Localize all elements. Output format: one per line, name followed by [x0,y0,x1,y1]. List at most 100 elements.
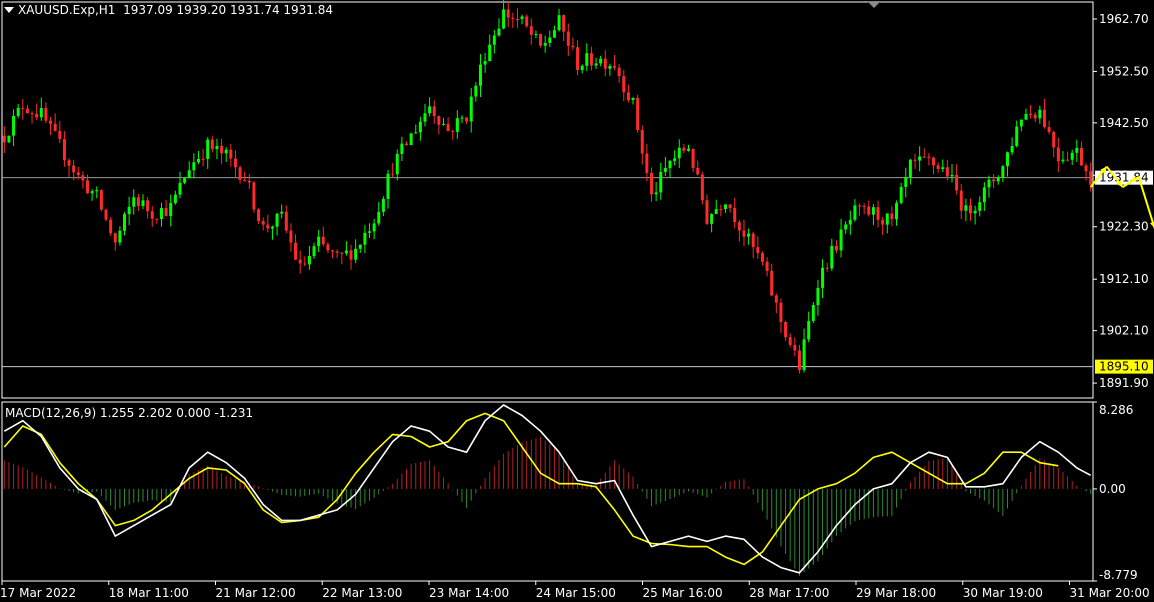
ohlc-values: 1937.09 1939.20 1931.74 1931.84 [123,3,334,17]
candle-bear [2,135,6,143]
candle-bear [146,200,150,212]
candle-bear [155,218,159,220]
candle-bull [224,149,228,154]
macd-main-line [3,404,1092,574]
candle-bull [132,197,136,207]
candle-bull [386,173,390,199]
candle-bull [368,231,372,233]
candle-bull [275,213,279,227]
candle-bear [770,270,774,296]
candle-bull [414,132,418,134]
candle-bull [7,135,11,143]
candle-bull [1038,109,1042,119]
candle-bear [506,9,510,18]
candle-bear [529,26,533,35]
candle-bear [936,165,940,169]
candle-bull [372,223,376,232]
candle-bear [779,302,783,323]
candle-bull [908,159,912,178]
candle-bear [53,123,57,131]
candle-bear [1042,109,1046,128]
time-tick-label: 23 Mar 14:00 [429,586,509,600]
candle-bear [733,208,737,223]
candle-bear [104,209,108,220]
candle-bear [571,45,575,48]
trading-chart[interactable]: 1962.701952.501942.501932.301922.301912.… [0,0,1154,602]
candle-bull [358,244,362,249]
candle-bear [109,219,113,234]
candle-bear [432,106,436,116]
candle-bull [307,256,311,265]
candle-bear [451,131,455,133]
candle-bull [159,208,163,220]
candle-bull [428,106,432,114]
candle-bull [469,96,473,122]
price-tick-label: 1952.50 [1099,64,1149,78]
candle-bull [455,118,459,132]
candle-bull [474,85,478,97]
candle-bull [904,177,908,187]
candle-bull [492,35,496,45]
candle-bear [760,253,764,262]
candle-bull [982,187,986,203]
candle-bull [395,153,399,175]
candle-bear [793,344,797,351]
macd-tick-label: 0.00 [1099,482,1126,496]
candle-bull [686,148,690,151]
candle-bear [640,130,644,154]
candle-bull [1024,113,1028,120]
candle-bear [1079,147,1083,166]
candle-bear [784,322,788,338]
candle-bear [67,160,71,166]
candle-bear [340,252,344,254]
candle-bear [349,250,353,260]
candle-bear [164,208,168,216]
price-panel-frame [1,1,1094,399]
candle-bear [691,148,695,168]
candle-bear [539,34,543,46]
candle-bull [90,191,94,194]
time-tick-label: 30 Mar 19:00 [963,586,1043,600]
time-tick-label: 21 Mar 12:00 [216,586,296,600]
candle-bear [968,205,972,214]
candle-bear [576,47,580,71]
chart-menu-triangle-icon[interactable] [4,7,14,13]
candle-bear [737,222,741,231]
candle-bull [548,37,552,43]
candle-bear [881,219,885,225]
candle-bull [409,133,413,146]
candle-bull [1070,152,1074,160]
candle-bear [252,182,256,210]
candle-bull [95,190,99,192]
candle-bull [663,168,667,172]
candle-bear [99,190,103,210]
macd-label: MACD(12,26,9) 1.255 2.202 0.000 -1.231 [5,406,254,420]
macd-tick-label: -8.779 [1099,568,1138,582]
candle-bull [871,207,875,215]
candle-bear [335,251,339,253]
candle-bull [723,204,727,210]
candle-bull [183,178,187,183]
candle-bull [710,214,714,224]
candle-bear [72,165,76,173]
candle-bear [613,65,617,68]
candle-bear [44,108,48,121]
candle-bull [978,202,982,211]
candle-bull [1010,145,1014,153]
candle-bear [867,206,871,215]
candle-bull [520,16,524,20]
candle-bull [363,232,367,245]
candle-bear [1084,165,1088,172]
candles-group [2,0,1093,374]
candle-bull [39,108,43,118]
candle-bull [270,226,274,229]
candle-bull [400,143,404,154]
candle-bull [344,250,348,254]
candle-bull [895,203,899,220]
candle-bull [206,139,210,159]
candle-bear [696,167,700,175]
candle-bear [284,211,288,231]
candle-bull [1075,147,1079,153]
candle-bear [682,147,686,151]
candle-bear [927,156,931,158]
